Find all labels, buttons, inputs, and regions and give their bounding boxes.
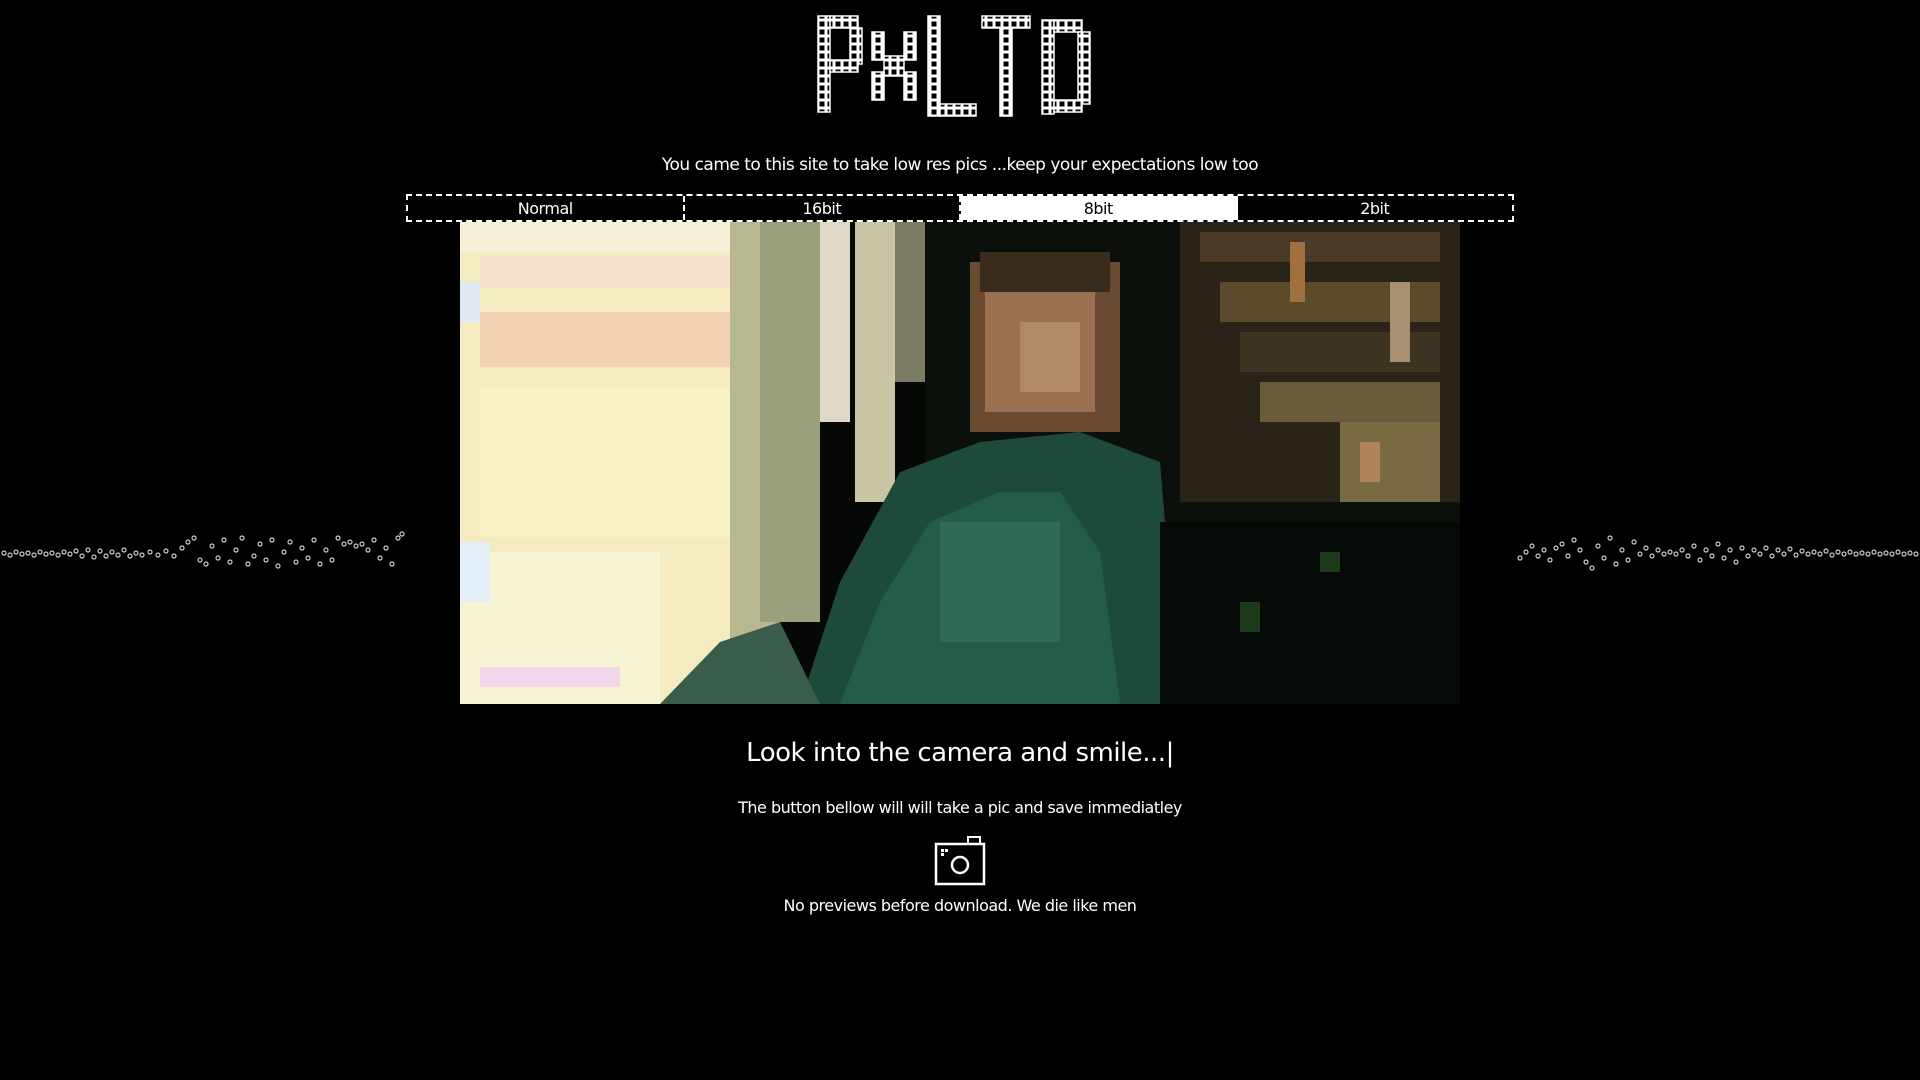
headline: Look into the camera and smile...| bbox=[746, 738, 1174, 768]
mode-tab-8bit[interactable]: 8bit bbox=[961, 196, 1238, 220]
camera-icon bbox=[934, 836, 986, 886]
left-wave-decoration bbox=[1, 531, 405, 569]
mode-tab-2bit[interactable]: 2bit bbox=[1238, 196, 1513, 220]
capture-button[interactable] bbox=[934, 834, 986, 886]
mode-tab-normal[interactable]: Normal bbox=[408, 196, 685, 220]
logo bbox=[817, 15, 1091, 117]
page: You came to this site to take low res pi… bbox=[0, 0, 1920, 1080]
right-wave-decoration bbox=[1517, 535, 1919, 571]
instruction-text: The button bellow will will take a pic a… bbox=[738, 798, 1182, 817]
mode-tab-16bit[interactable]: 16bit bbox=[685, 196, 961, 220]
mode-selector: Normal 16bit 8bit 2bit bbox=[406, 194, 1514, 222]
download-note: No previews before download. We die like… bbox=[783, 896, 1137, 915]
camera-preview bbox=[460, 222, 1460, 704]
tagline: You came to this site to take low res pi… bbox=[661, 155, 1259, 175]
camera-feed-image bbox=[460, 222, 1460, 704]
